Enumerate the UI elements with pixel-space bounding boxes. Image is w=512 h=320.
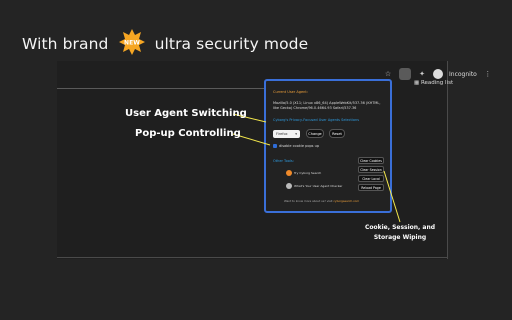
callout-wiping: Cookie, Session, and Storage Wiping (364, 224, 436, 241)
callout-line-wipe (383, 170, 401, 223)
callout-lines (232, 113, 401, 223)
callout-popup-controlling: Pop-up Controlling (135, 128, 241, 139)
callout-ua-switching: User Agent Switching (125, 108, 247, 119)
